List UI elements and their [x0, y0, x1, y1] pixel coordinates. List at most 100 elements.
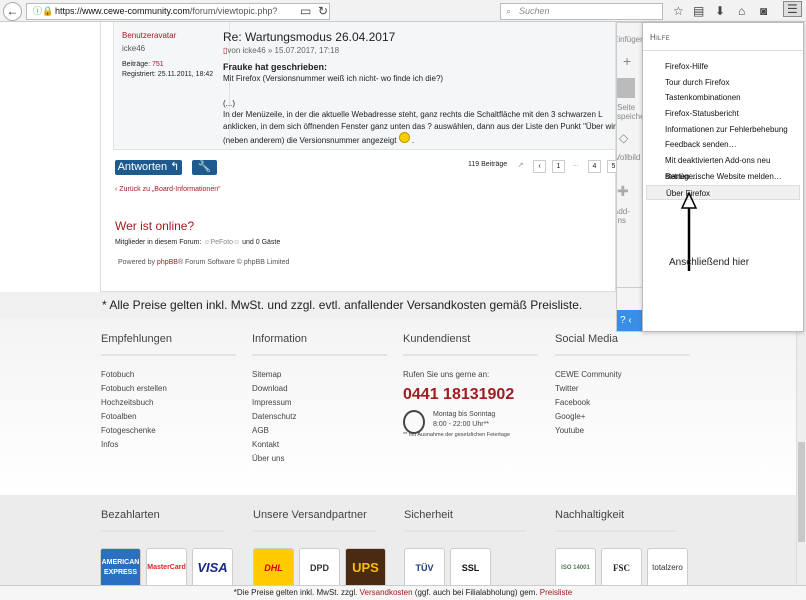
browser-toolbar: ← ⓘ🔒 https://www.cewe-community.com/forum…	[0, 0, 806, 31]
author-stats: Beiträge: 751 Registriert: 25.11.2011, 18…	[122, 60, 213, 80]
menu-item-feedback[interactable]: Feedback senden…	[646, 137, 800, 153]
iso-logo: ISO 14001	[555, 548, 596, 588]
phpbb-link[interactable]: phpBB	[157, 259, 178, 266]
col-title: Sicherheit	[404, 509, 526, 532]
menu-item-troubleshooting[interactable]: Informationen zur Fehlerbehebung	[646, 122, 800, 138]
search-input[interactable]: ⌕ Suchen	[500, 3, 663, 20]
col-title: Social Media	[555, 333, 690, 356]
tools-button[interactable]: 🔧	[192, 160, 217, 175]
prev-page-button[interactable]: ‹	[533, 160, 546, 173]
footer-col-empfehlungen: Empfehlungen Fotobuch Fotobuch erstellen H…	[101, 333, 236, 454]
pocket-icon[interactable]: ◙	[760, 4, 767, 18]
search-icon: ⌕	[506, 6, 512, 16]
footer-link[interactable]: Fotogeschenke	[101, 426, 236, 440]
back-link-text[interactable]: Zurück zu „Board-Informationen“	[119, 186, 220, 193]
footer-link[interactable]: Infos	[101, 440, 236, 454]
quote-text: Mit Firefox (Versionsnummer weiß ich nic…	[223, 74, 444, 83]
posts-label: Beiträge:	[122, 61, 151, 68]
bookmark-star-icon[interactable]: ☆	[673, 4, 684, 18]
menu-item-safe-mode[interactable]: Mit deaktivierten Add-ons neu starten…	[646, 153, 800, 181]
lock-icon: ⓘ🔒	[33, 6, 54, 16]
ellipsis: (...)	[223, 99, 235, 108]
menu-item-about-firefox[interactable]: Über Firefox	[646, 184, 800, 201]
bookmarks-list-icon[interactable]: ▤	[693, 4, 704, 18]
divider	[617, 287, 642, 288]
menu-item-tour[interactable]: Tour durch Firefox	[646, 75, 800, 91]
post-author[interactable]: icke46	[122, 44, 145, 53]
footer-link[interactable]: Download	[252, 384, 387, 398]
reply-button[interactable]: Antworten ↰	[115, 160, 182, 175]
posts-count[interactable]: 751	[152, 61, 164, 68]
menu-item-health-report[interactable]: Firefox-Statusbericht	[646, 106, 800, 122]
registered-label: Registriert:	[122, 71, 156, 78]
footer-link[interactable]: Datenschutz	[252, 412, 387, 426]
search-placeholder: Suchen	[519, 6, 550, 16]
reader-view-icon[interactable]: ▭	[300, 4, 311, 18]
scrollbar-thumb[interactable]	[798, 442, 805, 542]
powered-by: Powered by phpBB® Forum Software © phpBB…	[118, 259, 289, 266]
byline-text: von icke46 » 15.07.2017, 17:18	[227, 46, 340, 55]
quote-author: Frauke hat geschrieben:	[223, 62, 328, 72]
bottom-mid: (ggf. auch bei Filialabholung) gem.	[412, 588, 540, 597]
back-link[interactable]: ‹ Zurück zu „Board-Informationen“	[115, 186, 220, 193]
ups-logo: UPS	[345, 548, 386, 588]
help-submenu: Hilfe Firefox-Hilfe Tour durch Firefox T…	[642, 22, 804, 332]
footer-link[interactable]: Twitter	[555, 384, 690, 398]
addons-button[interactable]: Add-ons	[617, 207, 642, 225]
plus-icon[interactable]: +	[623, 53, 631, 69]
page-1[interactable]: 1	[552, 160, 565, 173]
footer-col-nachhaltigkeit: Nachhaltigkeit	[555, 509, 677, 546]
footer-link[interactable]: Fotobuch	[101, 370, 236, 384]
visa-logo: VISA	[192, 548, 233, 588]
footer-link[interactable]: Google+	[555, 412, 690, 426]
jump-icon[interactable]: ↗	[514, 160, 527, 173]
post-body-text: In der Menüzeile, in der die aktuelle We…	[223, 110, 621, 145]
footer-link[interactable]: Fotobuch erstellen	[101, 384, 236, 398]
footer-link[interactable]: Sitemap	[252, 370, 387, 384]
online-member[interactable]: ☺PeFoto☺	[203, 239, 240, 246]
holiday-note: ** mit Ausnahme der gesetzlichen Feierta…	[403, 432, 511, 438]
url-bar[interactable]: ⓘ🔒 https://www.cewe-community.com/forum/v…	[26, 3, 330, 31]
page-4[interactable]: 4	[588, 160, 601, 173]
save-page-button[interactable]: Seite speichern	[617, 103, 642, 121]
wrench-icon: 🔧	[197, 161, 212, 173]
footer-link[interactable]: Hochzeitsbuch	[101, 398, 236, 412]
footer-link[interactable]: Fotoalben	[101, 412, 236, 426]
bottom-pre: *Die Preise gelten inkl. MwSt. zzgl.	[233, 588, 360, 597]
footer-link[interactable]: Impressum	[252, 398, 387, 412]
reload-icon[interactable]: ↻	[318, 4, 328, 18]
hamburger-menu-icon[interactable]: ☰	[783, 1, 802, 17]
phone-number[interactable]: 0441 18131902	[403, 386, 538, 404]
online-guests: und 0 Gäste	[240, 239, 281, 246]
footer-col-versand: Unsere Versandpartner	[253, 509, 375, 546]
online-title: Wer ist online?	[115, 219, 195, 233]
registered-date: 25.11.2011, 18:42	[157, 71, 214, 78]
help-button[interactable]: ? ‹	[617, 310, 642, 331]
footer-link[interactable]: Über uns	[252, 454, 387, 468]
post-title[interactable]: Re: Wartungsmodus 26.04.2017	[223, 30, 395, 44]
url-host: https://www.cewe-community.com	[55, 6, 190, 16]
totalzero-logo: totalzero	[647, 548, 688, 588]
paste-button[interactable]: Einfügen	[617, 35, 642, 44]
save-page-icon	[617, 78, 635, 98]
download-icon[interactable]: ⬇	[715, 4, 725, 18]
back-button[interactable]: ←	[3, 2, 22, 21]
menu-item-report-site[interactable]: Betrügerische Website melden…	[646, 169, 800, 185]
footer-link[interactable]: Kontakt	[252, 440, 387, 454]
home-icon[interactable]: ⌂	[738, 4, 745, 18]
menu-item-shortcuts[interactable]: Tastenkombinationen	[646, 90, 800, 106]
versandkosten-link[interactable]: Versandkosten	[360, 588, 413, 597]
footer-link[interactable]: Facebook	[555, 398, 690, 412]
preisliste-link[interactable]: Preisliste	[540, 588, 572, 597]
menu-item-firefox-hilfe[interactable]: Firefox-Hilfe	[646, 59, 800, 75]
footer-link[interactable]: CEWE Community	[555, 370, 690, 384]
footer-link[interactable]: AGB	[252, 426, 387, 440]
footer-link[interactable]: Youtube	[555, 426, 690, 440]
fullscreen-button[interactable]: Vollbild	[617, 153, 640, 162]
support-agent-icon	[403, 410, 425, 434]
powered-pre: Powered by	[118, 259, 157, 266]
call-text: Rufen Sie uns gerne an:	[403, 370, 490, 379]
powered-post: ® Forum Software © phpBB Limited	[177, 259, 290, 266]
col-title: Nachhaltigkeit	[555, 509, 677, 532]
col-title: Kundendienst	[403, 333, 538, 356]
